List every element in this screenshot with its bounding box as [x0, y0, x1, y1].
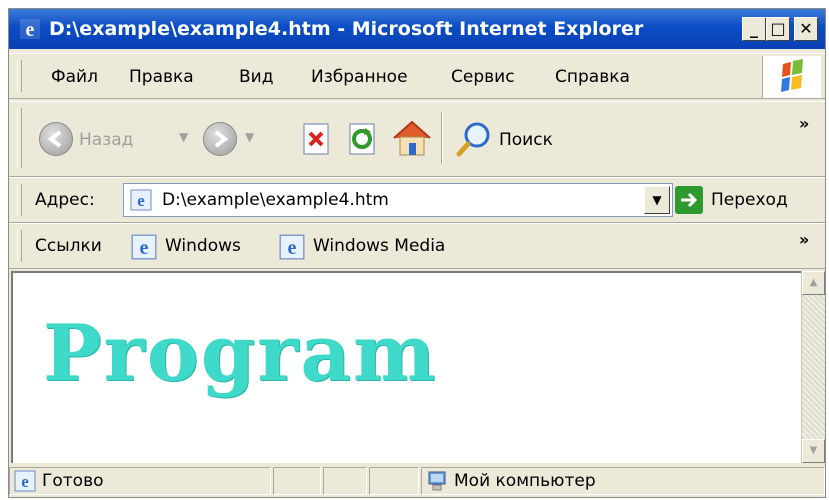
status-main: e Готово [9, 467, 271, 495]
standard-toolbar: Назад ▼ ▼ Поиск » [9, 101, 825, 177]
svg-text:e: e [21, 472, 29, 491]
page-ie-icon: e [130, 189, 152, 211]
menu-tools[interactable]: Сервис [451, 67, 515, 87]
title-bar[interactable]: e D:\example\example4.htm - Microsoft In… [9, 9, 825, 49]
status-pane [369, 467, 419, 495]
scroll-up-icon[interactable]: ▲ [802, 271, 825, 295]
link-ie-icon[interactable]: e [131, 234, 157, 260]
status-ie-icon: e [14, 470, 36, 492]
back-arrow-icon [47, 130, 62, 148]
my-computer-icon [428, 471, 446, 491]
link-windows-media[interactable]: Windows Media [313, 236, 445, 256]
search-label[interactable]: Поиск [499, 130, 553, 150]
status-zone-text: Мой компьютер [454, 471, 596, 491]
home-icon[interactable] [391, 118, 433, 158]
status-pane [323, 467, 367, 495]
menu-favorites[interactable]: Избранное [311, 67, 408, 87]
toolbar-separator [441, 112, 443, 164]
links-label: Ссылки [35, 236, 102, 256]
minimize-button[interactable]: _ [742, 17, 766, 41]
ie-logo-icon: e [20, 19, 40, 40]
back-label[interactable]: Назад [79, 130, 133, 150]
address-value[interactable]: D:\example\example4.htm [162, 190, 389, 210]
window-title: D:\example\example4.htm - Microsoft Inte… [49, 18, 644, 40]
svg-text:e: e [140, 237, 149, 259]
menu-file[interactable]: Файл [51, 67, 98, 87]
browser-window: e D:\example\example4.htm - Microsoft In… [8, 8, 826, 498]
page-content: Program [11, 271, 801, 463]
windows-flag-icon [762, 56, 821, 98]
links-grip[interactable] [17, 230, 22, 262]
maximize-button[interactable]: □ [766, 17, 790, 41]
address-grip[interactable] [17, 184, 22, 216]
link-ie-icon[interactable]: e [279, 234, 305, 260]
links-bar: Ссылки e Windows e Windows Media » [9, 223, 825, 269]
go-button[interactable]: Переход [711, 190, 788, 210]
status-text: Готово [42, 471, 104, 491]
status-bar: e Готово Мой компьютер [9, 465, 825, 497]
link-windows[interactable]: Windows [165, 236, 241, 256]
address-dropdown-icon[interactable]: ▼ [644, 186, 670, 214]
page-heading: Program [43, 308, 438, 399]
stop-icon[interactable] [299, 122, 333, 156]
menu-view[interactable]: Вид [239, 67, 273, 87]
toolbar-more-icon[interactable]: » [799, 114, 809, 133]
address-label: Адрес: [35, 190, 95, 210]
menu-edit[interactable]: Правка [129, 67, 194, 87]
forward-arrow-icon [214, 130, 229, 148]
svg-text:e: e [26, 19, 35, 40]
status-pane [273, 467, 321, 495]
menu-bar: Файл Правка Вид Избранное Сервис Справка [9, 53, 825, 99]
links-more-icon[interactable]: » [799, 230, 809, 249]
refresh-icon[interactable] [345, 122, 379, 156]
address-bar: Адрес: e D:\example\example4.htm ▼ Перех… [9, 177, 825, 223]
go-arrow-icon[interactable] [675, 186, 703, 214]
forward-button[interactable] [203, 122, 237, 156]
svg-text:e: e [137, 191, 145, 210]
forward-dropdown-icon[interactable]: ▼ [245, 130, 254, 144]
status-zone: Мой компьютер [421, 467, 825, 495]
scroll-down-icon[interactable]: ▼ [802, 439, 825, 463]
vertical-scrollbar[interactable]: ▲ ▼ [801, 271, 825, 463]
address-input[interactable]: e D:\example\example4.htm ▼ [123, 183, 673, 217]
menu-help[interactable]: Справка [555, 67, 630, 87]
svg-text:e: e [288, 237, 297, 259]
back-dropdown-icon[interactable]: ▼ [179, 130, 188, 144]
toolbar-grip[interactable] [17, 108, 22, 168]
search-icon[interactable] [455, 120, 493, 158]
back-button[interactable] [39, 122, 73, 156]
menu-grip[interactable] [17, 60, 22, 92]
close-button[interactable]: ✕ [794, 17, 818, 41]
